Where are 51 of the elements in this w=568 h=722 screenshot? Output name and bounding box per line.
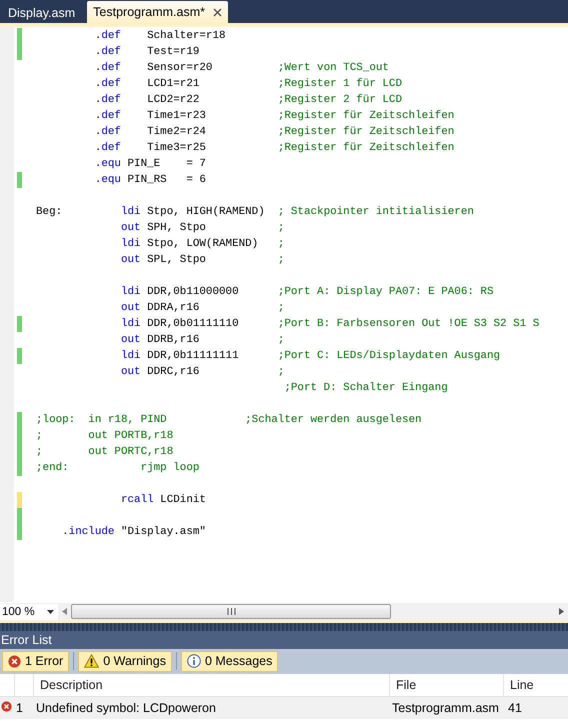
right-arrow-icon[interactable] (559, 608, 564, 616)
close-icon[interactable] (213, 8, 222, 17)
code-line: ldi DDR,0b11111111 ;Port C: LEDs/Displaydaten Ausgang (120, 349, 500, 364)
error-icon (8, 654, 21, 668)
panel-title: Error List (0, 630, 568, 649)
code-line: .def Sensor=r20 ;Wert von TCS_out (94, 61, 389, 76)
error-icon (1, 701, 12, 712)
filter-button[interactable]: 1 Error (2, 650, 70, 672)
code-line: rcall LCDinit (120, 493, 206, 508)
code-line: .def Schalter=r18 (94, 29, 226, 44)
code-line: .def LCD2=r22 ;Register 2 für LCD (94, 93, 402, 108)
file-tab[interactable]: Display.asm (2, 3, 82, 24)
code-line: out DDRC,r16 ; (120, 365, 284, 380)
code-line: .def Test=r19 (94, 45, 200, 60)
caret-icon (47, 610, 54, 614)
table-cell-text: Testprogramm.asm (391, 701, 500, 715)
left-arrow-icon[interactable] (62, 608, 67, 616)
column-header[interactable]: File (389, 674, 503, 696)
table-cell-text: Undefined symbol: LCDpoweron (35, 701, 217, 715)
info-icon (186, 654, 201, 668)
code-line: ldi DDR,0b01111110 ;Port B: Farbsensoren Out !OE S3 S2 S1 S (120, 317, 540, 332)
table-cell-text: 41 (507, 701, 523, 715)
code-line: out DDRA,r16 ; (120, 301, 284, 316)
code-line: ;end: rjmp loop (36, 461, 200, 476)
code-line: out DDRB,r16 ; (120, 333, 284, 348)
code-line: ; out PORTB,r18 (36, 429, 174, 444)
code-line: ;Port D: Schalter Eingang (283, 381, 448, 396)
code-line: .include "Display.asm" (61, 525, 206, 540)
code-line: .def Time3=r25 ;Register für Zeitschleifen (94, 141, 454, 156)
code-line: .equ PIN_RS = 6 (94, 173, 206, 188)
column-header[interactable]: Description (33, 674, 389, 696)
code-line: Beg: ldi Stpo, HIGH(RAMEND) ; Stackpointer intitialisieren (36, 205, 474, 220)
code-line: ; out PORTC,r18 (36, 445, 174, 460)
grip-icon (226, 608, 236, 616)
column-header[interactable]: Line (503, 674, 568, 696)
code-line: out SPL, Stpo ; (120, 253, 284, 268)
code-line: ldi DDR,0b11000000 ;Port A: Display PA07: E PA06: RS (120, 285, 494, 300)
code-line: .def LCD1=r21 ;Register 1 für LCD (94, 77, 402, 92)
filter-button[interactable]: 0 Warnings (78, 650, 172, 672)
code-line: out SPH, Stpo ; (120, 221, 284, 236)
zoom-dropdown[interactable]: 100 % (0, 604, 58, 620)
code-line: .equ PIN_E = 7 (94, 157, 206, 172)
warning-icon (84, 654, 100, 668)
code-line: .def Time1=r23 ;Register für Zeitschleifen (94, 109, 454, 124)
code-line: ;loop: in r18, PIND ;Schalter werden ausgelesen (36, 413, 422, 428)
file-tab[interactable]: Testprogramm.asm* (87, 1, 228, 24)
table-cell-text: 1 (15, 701, 24, 715)
filter-button[interactable]: 0 Messages (180, 650, 278, 672)
code-line: .def Time2=r24 ;Register für Zeitschleifen (94, 125, 454, 140)
code-line: ldi Stpo, LOW(RAMEND) ; (120, 237, 284, 252)
scrollbar-thumb[interactable] (71, 604, 391, 620)
